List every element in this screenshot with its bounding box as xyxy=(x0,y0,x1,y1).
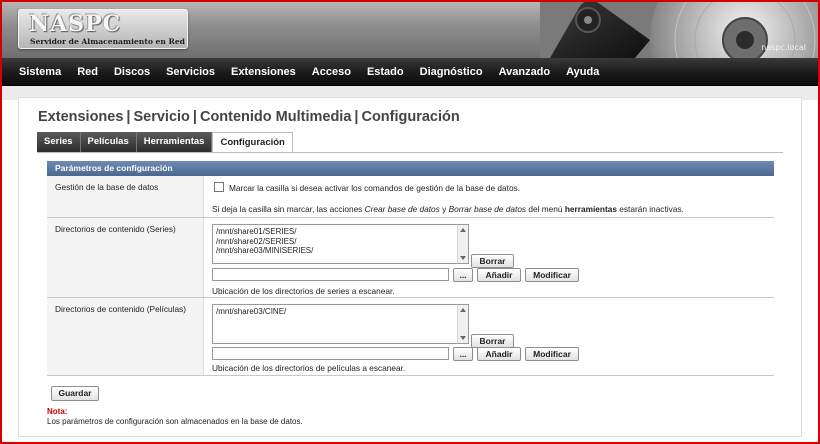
db-management-checkbox-label: Marcar la casilla si desea activar los c… xyxy=(229,183,521,193)
breadcrumb-part: Servicio xyxy=(133,109,190,125)
nav-acceso[interactable]: Acceso xyxy=(312,66,351,78)
movies-path-input[interactable] xyxy=(212,347,449,360)
nav-servicios[interactable]: Servicios xyxy=(166,66,215,78)
scrollbar[interactable] xyxy=(457,225,468,263)
list-item[interactable]: /mnt/share03/MINISERIES/ xyxy=(213,246,468,256)
scrollbar[interactable] xyxy=(457,305,468,343)
series-directories-list[interactable]: /mnt/share01/SERIES/ /mnt/share02/SERIES… xyxy=(212,224,469,264)
help-text: del menú xyxy=(526,204,565,214)
movies-add-button[interactable]: Añadir xyxy=(477,347,521,361)
movie-directories-row: Directorios de contenido (Películas) /mn… xyxy=(47,298,774,376)
db-management-row: Gestión de la base de datos Marcar la ca… xyxy=(47,176,774,218)
hostname: naspc.local xyxy=(761,43,806,52)
series-browse-button[interactable]: ... xyxy=(453,268,473,282)
help-text: y xyxy=(439,204,449,214)
breadcrumb-separator: | xyxy=(126,109,131,125)
logo: NASPC Servidor de Almacenamiento en Red xyxy=(18,9,188,49)
page-title: Extensiones | Servicio | Contenido Multimedi… xyxy=(38,109,460,125)
series-modify-button[interactable]: Modificar xyxy=(525,268,579,282)
note-title: Nota: xyxy=(47,407,68,416)
section-title: Parámetros de configuración xyxy=(47,161,774,176)
breadcrumb-part: Contenido Multimedia xyxy=(199,109,352,125)
content-area: Extensiones | Servicio | Contenido Multimedi… xyxy=(18,97,802,437)
nav-avanzado[interactable]: Avanzado xyxy=(499,66,551,78)
tab-bar: Series Películas Herramientas Configurac… xyxy=(37,132,293,153)
help-emphasis: Crear base de datos xyxy=(364,204,440,214)
logo-title: NASPC xyxy=(29,11,122,37)
series-directories-row: Directorios de contenido (Series) /mnt/s… xyxy=(47,218,774,298)
db-management-checkbox[interactable] xyxy=(214,182,224,192)
movie-directories-list[interactable]: /mnt/share03/CINE/ xyxy=(212,304,469,344)
movies-delete-button[interactable]: Borrar xyxy=(471,334,514,348)
tab-configuracion[interactable]: Configuración xyxy=(212,132,293,153)
scroll-up-icon[interactable] xyxy=(460,228,466,232)
series-directories-label: Directorios de contenido (Series) xyxy=(55,224,176,234)
nav-ayuda[interactable]: Ayuda xyxy=(566,66,599,78)
help-text: Si deja la casilla sin marcar, las accio… xyxy=(212,204,365,214)
series-path-input[interactable] xyxy=(212,268,449,281)
help-emphasis: Borrar base de datos xyxy=(448,204,527,214)
db-management-label: Gestión de la base de datos xyxy=(55,182,159,192)
tab-herramientas[interactable]: Herramientas xyxy=(136,132,213,152)
movies-modify-button[interactable]: Modificar xyxy=(525,347,579,361)
scroll-up-icon[interactable] xyxy=(460,308,466,312)
help-text: estarán inactivas. xyxy=(616,204,684,214)
logo-subtitle: Servidor de Almacenamiento en Red xyxy=(30,37,185,46)
tab-series[interactable]: Series xyxy=(37,132,81,152)
tab-peliculas[interactable]: Películas xyxy=(80,132,137,152)
nav-red[interactable]: Red xyxy=(77,66,98,78)
nav-discos[interactable]: Discos xyxy=(114,66,150,78)
series-add-button[interactable]: Añadir xyxy=(477,268,521,282)
nav-sistema[interactable]: Sistema xyxy=(19,66,61,78)
config-panel: Parámetros de configuración Gestión de l… xyxy=(47,161,774,433)
help-strong: herramientas xyxy=(564,204,617,214)
nav-estado[interactable]: Estado xyxy=(367,66,404,78)
breadcrumb-part: Extensiones xyxy=(38,109,124,125)
movie-directories-label: Directorios de contenido (Películas) xyxy=(55,304,186,314)
movies-browse-button[interactable]: ... xyxy=(453,347,473,361)
save-button[interactable]: Guardar xyxy=(51,386,99,401)
note-text: Los parámetros de configuración son alma… xyxy=(47,417,303,426)
scroll-down-icon[interactable] xyxy=(460,336,466,340)
series-help: Ubicación de los directorios de series a… xyxy=(212,286,395,296)
movies-help: Ubicación de los directorios de película… xyxy=(212,363,406,373)
breadcrumb-separator: | xyxy=(192,109,197,125)
tab-divider xyxy=(37,152,783,153)
db-management-help: Si deja la casilla sin marcar, las accio… xyxy=(212,204,684,214)
main-nav: Sistema Red Discos Servicios Extensiones… xyxy=(0,58,820,86)
list-item[interactable]: /mnt/share01/SERIES/ xyxy=(213,227,468,237)
scroll-down-icon[interactable] xyxy=(460,256,466,260)
list-item[interactable]: /mnt/share02/SERIES/ xyxy=(213,237,468,247)
breadcrumb-part: Configuración xyxy=(361,109,460,125)
nav-extensiones[interactable]: Extensiones xyxy=(231,66,296,78)
list-item[interactable]: /mnt/share03/CINE/ xyxy=(213,307,468,317)
nav-diagnostico[interactable]: Diagnóstico xyxy=(420,66,483,78)
header: NASPC Servidor de Almacenamiento en Red … xyxy=(0,0,820,58)
series-delete-button[interactable]: Borrar xyxy=(471,254,514,268)
breadcrumb-separator: | xyxy=(354,109,359,125)
